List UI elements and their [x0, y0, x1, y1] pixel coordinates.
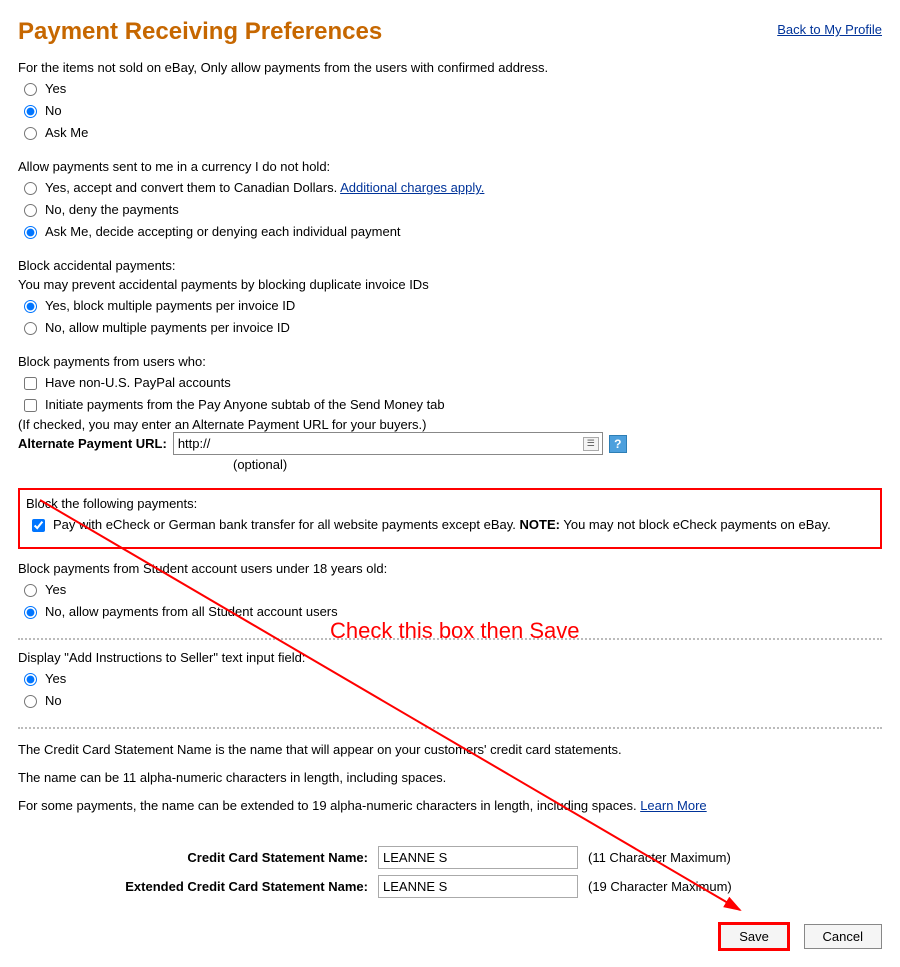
radio-accidental-no[interactable]	[24, 322, 37, 335]
question-confirmed-address: For the items not sold on eBay, Only all…	[18, 60, 882, 75]
opt-nonus[interactable]: Have non-U.S. PayPal accounts	[24, 373, 882, 393]
section-cc-statement: The Credit Card Statement Name is the na…	[18, 742, 882, 898]
opt-currency-no-label: No, deny the payments	[45, 200, 179, 220]
opt-display-no[interactable]: No	[24, 691, 882, 711]
question-currency: Allow payments sent to me in a currency …	[18, 159, 882, 174]
page-title: Payment Receiving Preferences	[18, 18, 382, 46]
section-confirmed-address: For the items not sold on eBay, Only all…	[18, 60, 882, 143]
label-optional: (optional)	[233, 457, 882, 472]
input-cc-ext-name[interactable]	[378, 875, 578, 898]
cc-desc-1: The Credit Card Statement Name is the na…	[18, 742, 882, 757]
opt-currency-yes-label: Yes, accept and convert them to Canadian…	[45, 178, 484, 198]
section-block-student: Block payments from Student account user…	[18, 561, 882, 622]
radio-confirmed-yes[interactable]	[24, 83, 37, 96]
radio-currency-no[interactable]	[24, 204, 37, 217]
hint-cc-max1: (11 Character Maximum)	[588, 850, 731, 865]
label-cc-ext-name: Extended Credit Card Statement Name:	[18, 879, 378, 894]
opt-display-no-label: No	[45, 691, 62, 711]
opt-accidental-no-label: No, allow multiple payments per invoice …	[45, 318, 290, 338]
opt-echeck[interactable]: Pay with eCheck or German bank transfer …	[32, 515, 874, 535]
opt-confirmed-no[interactable]: No	[24, 101, 882, 121]
cc-desc-3: For some payments, the name can be exten…	[18, 798, 882, 813]
opt-payanyone-label: Initiate payments from the Pay Anyone su…	[45, 395, 445, 415]
question-block-following: Block the following payments:	[26, 496, 874, 511]
opt-payanyone[interactable]: Initiate payments from the Pay Anyone su…	[24, 395, 882, 415]
help-icon[interactable]: ?	[609, 435, 627, 453]
question-block-accidental: Block accidental payments:	[18, 258, 882, 273]
opt-nonus-label: Have non-U.S. PayPal accounts	[45, 373, 231, 393]
opt-confirmed-yes[interactable]: Yes	[24, 79, 882, 99]
section-currency: Allow payments sent to me in a currency …	[18, 159, 882, 242]
opt-accidental-yes[interactable]: Yes, block multiple payments per invoice…	[24, 296, 882, 316]
divider	[18, 727, 882, 729]
link-learn-more[interactable]: Learn More	[640, 798, 706, 813]
cancel-button[interactable]: Cancel	[804, 924, 882, 949]
contact-card-icon: ☰	[583, 437, 599, 451]
radio-confirmed-ask[interactable]	[24, 127, 37, 140]
radio-display-yes[interactable]	[24, 673, 37, 686]
opt-confirmed-no-label: No	[45, 101, 62, 121]
radio-confirmed-no[interactable]	[24, 105, 37, 118]
opt-student-no-label: No, allow payments from all Student acco…	[45, 602, 338, 622]
back-to-profile-link[interactable]: Back to My Profile	[777, 22, 882, 37]
section-block-users: Block payments from users who: Have non-…	[18, 354, 882, 472]
section-block-accidental: Block accidental payments: You may preve…	[18, 258, 882, 338]
sub-block-accidental: You may prevent accidental payments by b…	[18, 277, 882, 292]
question-block-users: Block payments from users who:	[18, 354, 882, 369]
opt-confirmed-yes-label: Yes	[45, 79, 66, 99]
opt-accidental-no[interactable]: No, allow multiple payments per invoice …	[24, 318, 882, 338]
opt-student-yes[interactable]: Yes	[24, 580, 882, 600]
section-display-instructions: Display "Add Instructions to Seller" tex…	[18, 650, 882, 711]
opt-currency-no[interactable]: No, deny the payments	[24, 200, 882, 220]
label-cc-name: Credit Card Statement Name:	[18, 850, 378, 865]
hint-cc-max2: (19 Character Maximum)	[588, 879, 732, 894]
opt-display-yes[interactable]: Yes	[24, 669, 882, 689]
section-block-following: Block the following payments: Pay with e…	[18, 488, 882, 549]
opt-display-yes-label: Yes	[45, 669, 66, 689]
hint-alt-url: (If checked, you may enter an Alternate …	[18, 417, 882, 432]
opt-currency-ask-label: Ask Me, decide accepting or denying each…	[45, 222, 401, 242]
opt-currency-ask[interactable]: Ask Me, decide accepting or denying each…	[24, 222, 882, 242]
radio-currency-ask[interactable]	[24, 226, 37, 239]
save-button[interactable]: Save	[720, 924, 788, 949]
label-alt-url: Alternate Payment URL:	[18, 436, 167, 451]
opt-echeck-label: Pay with eCheck or German bank transfer …	[53, 515, 831, 535]
radio-display-no[interactable]	[24, 695, 37, 708]
radio-accidental-yes[interactable]	[24, 300, 37, 313]
opt-accidental-yes-label: Yes, block multiple payments per invoice…	[45, 296, 295, 316]
question-block-student: Block payments from Student account user…	[18, 561, 882, 576]
checkbox-payanyone[interactable]	[24, 399, 37, 412]
opt-confirmed-ask[interactable]: Ask Me	[24, 123, 882, 143]
annotation-text: Check this box then Save	[330, 618, 579, 644]
link-additional-charges[interactable]: Additional charges apply.	[340, 180, 484, 195]
question-display-instructions: Display "Add Instructions to Seller" tex…	[18, 650, 882, 665]
checkbox-echeck[interactable]	[32, 519, 45, 532]
radio-student-no[interactable]	[24, 606, 37, 619]
input-alt-url[interactable]	[173, 432, 603, 455]
radio-student-yes[interactable]	[24, 584, 37, 597]
checkbox-nonus[interactable]	[24, 377, 37, 390]
radio-currency-yes[interactable]	[24, 182, 37, 195]
input-cc-name[interactable]	[378, 846, 578, 869]
opt-student-yes-label: Yes	[45, 580, 66, 600]
opt-confirmed-ask-label: Ask Me	[45, 123, 88, 143]
cc-desc-2: The name can be 11 alpha-numeric charact…	[18, 770, 882, 785]
opt-currency-yes[interactable]: Yes, accept and convert them to Canadian…	[24, 178, 882, 198]
